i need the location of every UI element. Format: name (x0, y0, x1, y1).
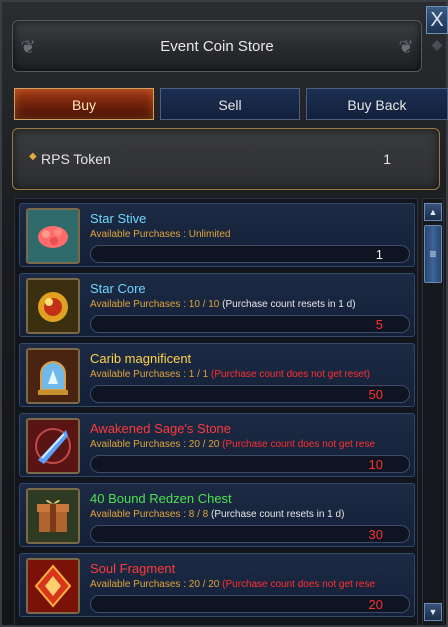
store-window: ❦ Event Coin Store ❦ X ◆ Buy Sell Buy Ba… (0, 0, 448, 627)
item-name: Star Core (90, 281, 146, 296)
item-name: 40 Bound Redzen Chest (90, 491, 232, 506)
available-purchases: Available Purchases : 10 / 10 (Purchase … (90, 299, 410, 310)
bullet-icon: ◆ (29, 151, 37, 162)
purchases-label: Available Purchases : (90, 369, 189, 380)
scroll-up-icon[interactable]: ▲ (424, 203, 442, 221)
item-price: 5 (375, 317, 383, 332)
available-purchases: Available Purchases : 20 / 20 (Purchase … (90, 439, 410, 450)
scroll-thumb[interactable]: ≡ (424, 225, 442, 283)
scroll-down-icon[interactable]: ▼ (424, 603, 442, 621)
purchases-count: 20 / 20 (188, 439, 220, 450)
item-row[interactable]: Soul Fragment Available Purchases : 20 / … (19, 553, 415, 617)
available-purchases: Available Purchases : Unlimited (90, 229, 410, 240)
item-price: 50 (368, 387, 383, 402)
crystal-dome-icon (26, 348, 80, 404)
available-purchases: Available Purchases : 20 / 20 (Purchase … (90, 579, 410, 590)
tab-bar: Buy Sell Buy Back (12, 88, 448, 122)
currency-amount: 1 (383, 151, 391, 167)
available-purchases: Available Purchases : 1 / 1 (Purchase co… (90, 369, 410, 380)
item-price: 10 (368, 457, 383, 472)
price-field: 20 (90, 595, 410, 613)
item-list[interactable]: Star Stive Available Purchases : Unlimite… (14, 198, 418, 626)
right-ornament-icon: ❦ (398, 37, 414, 57)
item-price: 30 (368, 527, 383, 542)
purchases-label: Available Purchases : (90, 509, 189, 520)
purchase-note: (Purchase count resets in 1 d) (219, 299, 356, 310)
price-field: 10 (90, 455, 410, 473)
available-purchases: Available Purchases : 8 / 8 (Purchase co… (90, 509, 410, 520)
purchases-label: Available Purchases : (90, 299, 189, 310)
purchases-count: 20 / 20 (188, 579, 220, 590)
golden-orb-icon (26, 278, 80, 334)
purchases-count: 1 / 1 (188, 369, 209, 380)
gift-chest-icon (26, 488, 80, 544)
price-field: 1 (90, 245, 410, 263)
item-name: Soul Fragment (90, 561, 176, 576)
item-row[interactable]: 40 Bound Redzen Chest Available Purchases… (19, 483, 415, 547)
purchases-count: 10 / 10 (188, 299, 220, 310)
purchases-label: Available Purchases : (90, 229, 189, 240)
item-name: Carib magnificent (90, 351, 192, 366)
purchases-count: Unlimited (188, 229, 231, 240)
purchase-note: (Purchase count does not get rese (219, 579, 376, 590)
currency-name: RPS Token (41, 151, 111, 167)
window-title: Event Coin Store (160, 38, 274, 55)
tab-buy[interactable]: Buy (14, 88, 154, 120)
item-row[interactable]: Star Core Available Purchases : 10 / 10 (… (19, 273, 415, 337)
blue-crystal-icon (26, 418, 80, 474)
item-name: Awakened Sage's Stone (90, 421, 232, 436)
item-row[interactable]: Awakened Sage's Stone Available Purchases… (19, 413, 415, 477)
scrollbar[interactable]: ▲ ≡ ▼ (422, 198, 444, 626)
item-row[interactable]: Star Stive Available Purchases : Unlimite… (19, 203, 415, 267)
purchase-note: (Purchase count does not get reset) (208, 369, 370, 380)
tab-sell[interactable]: Sell (160, 88, 300, 120)
price-field: 50 (90, 385, 410, 403)
item-name: Star Stive (90, 211, 147, 226)
title-bar: ❦ Event Coin Store ❦ (12, 20, 422, 72)
item-row[interactable]: Carib magnificent Available Purchases : 1… (19, 343, 415, 407)
corner-ornament-icon: ◆ (431, 36, 443, 52)
close-button[interactable]: X (426, 6, 448, 34)
purchases-label: Available Purchases : (90, 579, 189, 590)
currency-panel: ◆ RPS Token 1 (12, 128, 440, 190)
purchases-count: 8 / 8 (188, 509, 209, 520)
item-price: 20 (368, 597, 383, 612)
item-price: 1 (375, 247, 383, 262)
purchase-note: (Purchase count resets in 1 d) (208, 509, 345, 520)
price-field: 5 (90, 315, 410, 333)
price-field: 30 (90, 525, 410, 543)
purchases-label: Available Purchases : (90, 439, 189, 450)
red-coral-icon (26, 208, 80, 264)
soul-fragment-icon (26, 558, 80, 614)
tab-buy-back[interactable]: Buy Back (306, 88, 448, 120)
purchase-note: (Purchase count does not get rese (219, 439, 376, 450)
